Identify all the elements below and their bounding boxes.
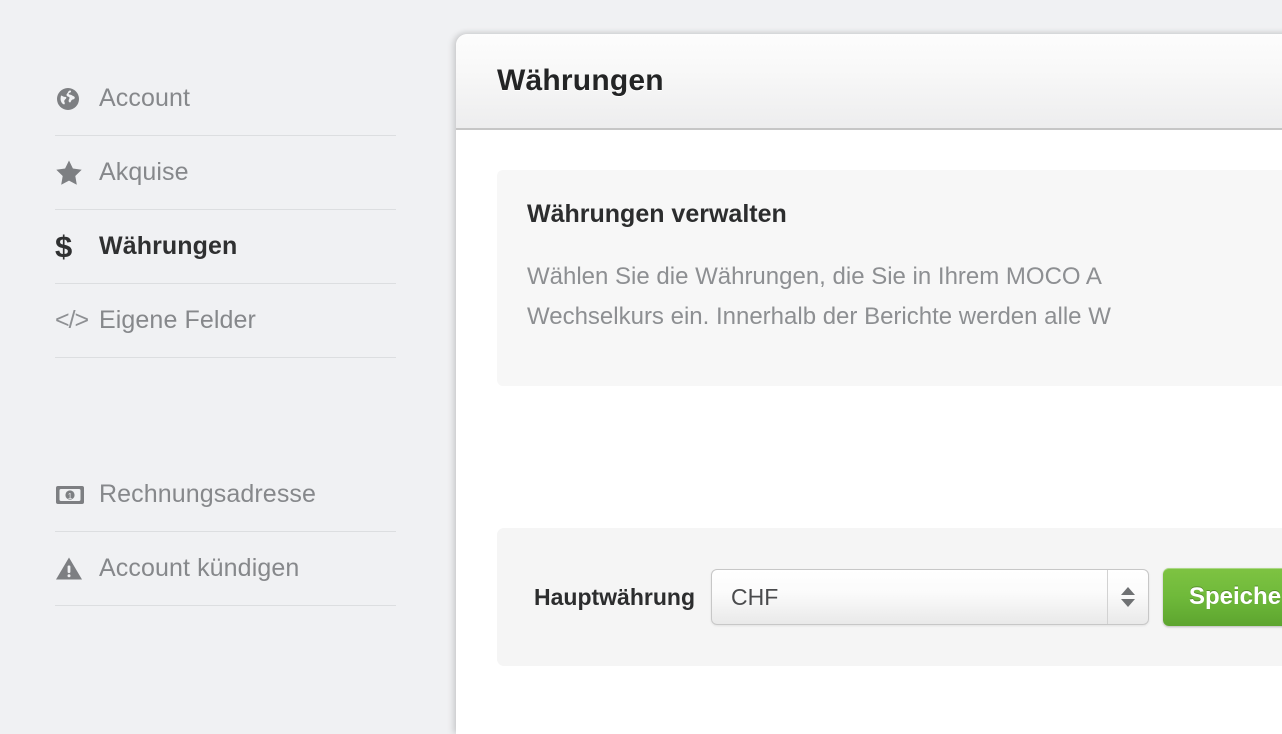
code-icon: </> [55, 306, 89, 334]
banknote-icon: 1 [55, 484, 99, 506]
sidebar-item-waehrungen[interactable]: $ Währungen [55, 210, 396, 284]
select-stepper-arrows-icon[interactable] [1107, 570, 1148, 624]
chevron-down-icon [1121, 599, 1135, 607]
sidebar-item-label: Rechnungsadresse [99, 480, 317, 508]
sidebar-item-label: Eigene Felder [99, 306, 256, 334]
main-currency-select[interactable]: CHF [711, 569, 1149, 625]
sidebar-item-account[interactable]: Account [55, 62, 396, 136]
sidebar-item-rechnungsadresse[interactable]: 1 Rechnungsadresse [55, 458, 396, 532]
dollar-icon: $ [55, 229, 73, 264]
main-currency-select-value: CHF [731, 583, 779, 610]
sidebar-item-label: Account [99, 84, 191, 112]
panel-header: Währungen [456, 34, 1282, 130]
save-button[interactable]: Speichern [1163, 568, 1282, 626]
sidebar-item-label: Account kündigen [99, 554, 300, 582]
content-panel: Währungen Währungen verwalten Wählen Sie… [456, 34, 1282, 734]
star-icon [55, 159, 99, 186]
info-box-heading: Währungen verwalten [527, 200, 787, 228]
globe-icon [55, 86, 99, 112]
sidebar-item-akquise[interactable]: Akquise [55, 136, 396, 210]
svg-text:1: 1 [68, 492, 73, 501]
info-box: Währungen verwalten Wählen Sie die Währu… [497, 170, 1282, 386]
sidebar-group-secondary: 1 Rechnungsadresse Account kündigen [55, 458, 396, 606]
sidebar-item-eigene-felder[interactable]: </> Eigene Felder [55, 284, 396, 358]
currency-form: Hauptwährung CHF Speichern [497, 528, 1282, 666]
sidebar: Account Akquise $ Währungen </> Eigene F… [0, 0, 456, 734]
main-currency-label: Hauptwährung [534, 583, 695, 610]
sidebar-group-primary: Account Akquise $ Währungen </> Eigene F… [55, 62, 396, 358]
info-box-text: Wählen Sie die Währungen, die Sie in Ihr… [527, 263, 1111, 330]
chevron-up-icon [1121, 587, 1135, 595]
sidebar-item-account-kuendigen[interactable]: Account kündigen [55, 532, 396, 606]
sidebar-item-label: Akquise [99, 158, 189, 186]
page-title: Währungen [497, 64, 664, 97]
app-root: Account Akquise $ Währungen </> Eigene F… [0, 0, 1282, 734]
warning-triangle-icon [55, 556, 99, 581]
sidebar-item-label: Währungen [99, 232, 238, 260]
